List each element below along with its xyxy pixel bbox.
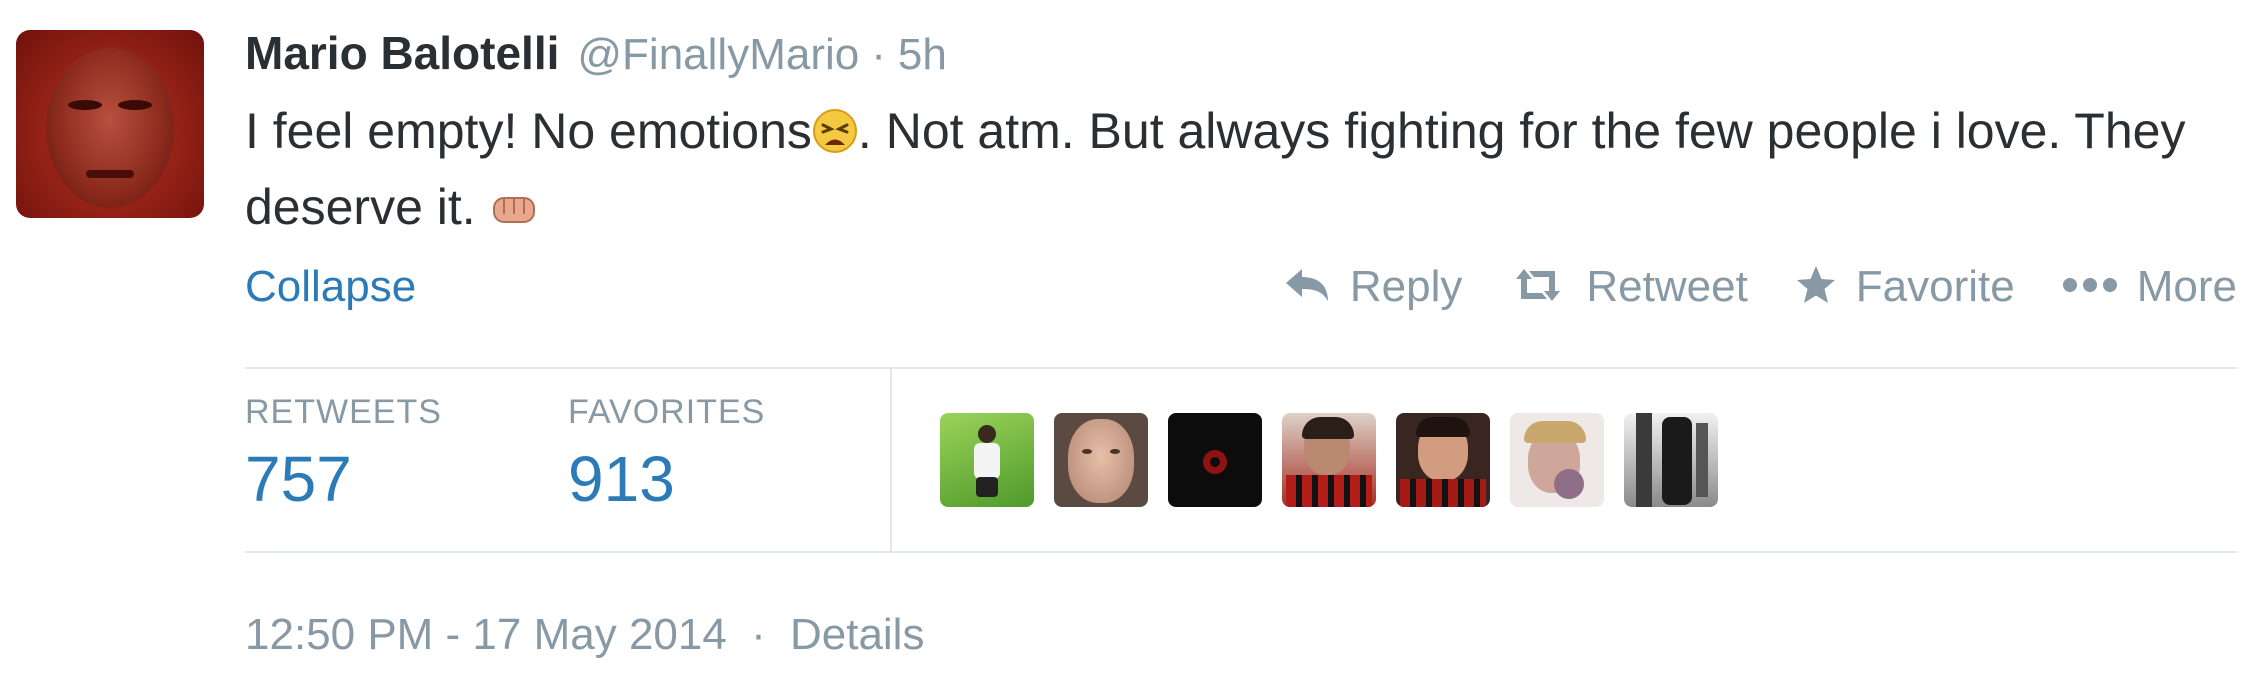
avatar-eye <box>68 100 102 110</box>
tweet-text: I feel empty! No emotions . Not atm. But… <box>245 96 2205 248</box>
tweet-timestamp[interactable]: 12:50 PM - 17 May 2014 <box>245 610 727 659</box>
retweets-stat[interactable]: RETWEETS 757 <box>245 393 442 516</box>
divider-bottom <box>245 551 2237 553</box>
user-handle[interactable]: @FinallyMario <box>577 30 859 80</box>
favoriter-avatar[interactable] <box>1624 413 1718 507</box>
fist-emoji-icon <box>490 178 540 248</box>
divider-top <box>245 367 2237 369</box>
star-icon <box>1794 263 1838 312</box>
tweet-header: Mario Balotelli @FinallyMario · 5h <box>245 26 947 86</box>
tired-face-emoji-icon <box>812 102 858 172</box>
reply-label: Reply <box>1349 262 1463 311</box>
favoriter-avatar[interactable] <box>1396 413 1490 507</box>
favoriter-avatar[interactable] <box>1510 413 1604 507</box>
tweet-card: Mario Balotelli @FinallyMario · 5h I fee… <box>0 0 2257 700</box>
retweet-label: Retweet <box>1586 262 1748 311</box>
reply-button[interactable]: Reply <box>1282 262 1463 312</box>
retweets-count: 757 <box>245 443 352 515</box>
stats-divider <box>890 367 892 553</box>
details-link[interactable]: Details <box>790 610 925 659</box>
avatar[interactable] <box>16 30 204 218</box>
favorites-stat[interactable]: FAVORITES 913 <box>568 393 765 516</box>
tweet-text-part1: I feel empty! No emotions <box>245 103 812 159</box>
favorites-label: FAVORITES <box>568 393 766 431</box>
tweet-age[interactable]: 5h <box>898 30 947 80</box>
collapse-link[interactable]: Collapse <box>245 262 416 312</box>
favorites-count: 913 <box>568 443 675 515</box>
avatar-eye <box>118 100 152 110</box>
more-button[interactable]: More <box>2061 262 2237 312</box>
header-separator: · <box>871 30 886 79</box>
user-name[interactable]: Mario Balotelli <box>245 26 559 80</box>
favorite-label: Favorite <box>1855 262 2015 311</box>
more-label: More <box>2136 262 2237 311</box>
favoriter-avatar[interactable] <box>1168 413 1262 507</box>
favoriters-avatars <box>940 413 1738 507</box>
avatar-mouth <box>86 170 134 178</box>
reply-icon <box>1282 265 1332 310</box>
more-dots-icon <box>2061 275 2119 300</box>
tweet-actions: Reply Retweet Favorite More <box>1236 262 2237 312</box>
tweet-footer: 12:50 PM - 17 May 2014 · Details <box>245 610 924 660</box>
retweet-icon <box>1508 265 1568 310</box>
favoriter-avatar[interactable] <box>940 413 1034 507</box>
retweet-button[interactable]: Retweet <box>1508 262 1748 312</box>
favoriter-avatar[interactable] <box>1282 413 1376 507</box>
favorite-button[interactable]: Favorite <box>1794 262 2015 312</box>
avatar-face <box>46 48 174 208</box>
retweets-label: RETWEETS <box>245 393 442 431</box>
favoriter-avatar[interactable] <box>1054 413 1148 507</box>
footer-separator: · <box>751 610 766 659</box>
